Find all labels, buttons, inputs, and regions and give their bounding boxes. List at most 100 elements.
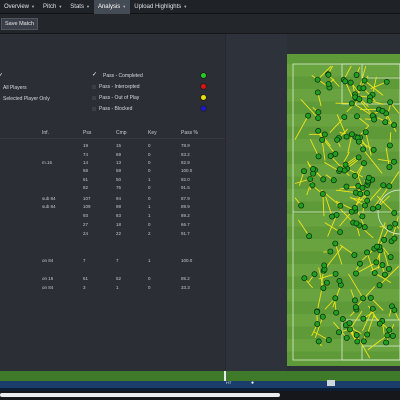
pass-marker bbox=[343, 183, 350, 190]
cell-inf: on 16 bbox=[42, 276, 54, 281]
menu-analysis[interactable]: Analysis ▼ bbox=[93, 0, 131, 14]
cell-inf: m.16 bbox=[42, 160, 53, 165]
pass-marker bbox=[361, 224, 368, 231]
pass-marker bbox=[349, 131, 355, 138]
checkbox[interactable] bbox=[92, 106, 96, 111]
filter-selected-player-only[interactable]: Selected Player Only bbox=[3, 96, 50, 102]
legend-pass-intercepted-row[interactable]: Pass - Intercepted bbox=[92, 84, 140, 90]
menu-upload-highlights[interactable]: Upload Highlights ▼ bbox=[130, 0, 191, 14]
pitch-stripe bbox=[287, 339, 400, 352]
substitution-icon bbox=[327, 380, 335, 386]
cell-pct: 89.2 bbox=[181, 213, 190, 218]
pass-marker bbox=[386, 327, 393, 333]
cell-key: 0 bbox=[148, 143, 151, 148]
pass-marker bbox=[384, 332, 391, 339]
pass-marker bbox=[379, 262, 386, 269]
cell-pct: 100.0 bbox=[181, 258, 193, 263]
filter-all-players[interactable]: All Players bbox=[3, 85, 27, 91]
cell-key: 1 bbox=[148, 258, 151, 263]
cell-pct: 66.7 bbox=[181, 222, 190, 227]
col-header-key[interactable]: Key bbox=[148, 130, 157, 136]
pass-marker bbox=[320, 176, 327, 183]
pass-marker bbox=[379, 107, 386, 114]
save-match-button[interactable]: Save Match bbox=[1, 17, 39, 30]
cell-pct: 82.0 bbox=[181, 177, 190, 182]
cell-inf: on 84 bbox=[42, 285, 54, 290]
cell-cmp: 69 bbox=[116, 152, 122, 157]
pass-marker bbox=[380, 182, 387, 189]
completed-color-dot bbox=[200, 72, 207, 79]
pass-marker bbox=[383, 339, 390, 346]
cell-cmp: 13 bbox=[116, 160, 122, 165]
pass-marker bbox=[305, 112, 312, 119]
cell-cmp: 7 bbox=[116, 258, 119, 263]
pass-marker bbox=[334, 136, 341, 143]
scrollbar-thumb[interactable] bbox=[0, 393, 280, 397]
pass-marker bbox=[392, 220, 399, 227]
pass-marker bbox=[371, 270, 378, 277]
checkbox[interactable] bbox=[92, 84, 96, 89]
pass-marker bbox=[330, 177, 337, 184]
top-menu-bar: Overview ▼ Pitch ▼ Stats ▼ Analysis ▼ Upload… bbox=[0, 0, 400, 14]
pass-marker bbox=[336, 329, 343, 336]
pass-marker bbox=[333, 211, 340, 218]
match-timeline[interactable] bbox=[0, 381, 400, 388]
cell-cmp: 1 bbox=[116, 285, 119, 290]
cell-cmp: 94 bbox=[116, 196, 122, 201]
cell-cmp: 52 bbox=[116, 276, 122, 281]
pass-marker bbox=[321, 131, 328, 138]
pass-marker bbox=[306, 233, 313, 240]
col-header-inf[interactable]: Inf. bbox=[42, 130, 49, 136]
pass-marker bbox=[389, 332, 396, 339]
pass-marker bbox=[355, 154, 362, 161]
pass-marker bbox=[353, 270, 359, 277]
col-header-pass-pct[interactable]: Pass % bbox=[181, 130, 198, 136]
pass-marker bbox=[366, 97, 373, 104]
pass-marker bbox=[354, 113, 360, 120]
pass-marker bbox=[367, 295, 374, 301]
legend-completed-checkmark-icon[interactable]: ✓ bbox=[92, 71, 97, 78]
cell-key: 1 bbox=[148, 177, 151, 182]
cell-key: 0 bbox=[148, 196, 151, 201]
legend-pass-completed: Pass - Completed bbox=[103, 73, 143, 79]
col-header-pss[interactable]: Pss bbox=[83, 130, 91, 136]
cell-pss: 109 bbox=[83, 204, 91, 209]
cell-key: 1 bbox=[148, 204, 151, 209]
checkbox[interactable] bbox=[92, 95, 96, 100]
legend-pass-out-of-play: Pass - Out of Play bbox=[99, 95, 140, 101]
pass-marker bbox=[343, 334, 350, 341]
cell-pss: 107 bbox=[83, 196, 91, 201]
menu-pitch[interactable]: Pitch ▼ bbox=[39, 0, 66, 14]
pass-marker bbox=[342, 78, 349, 85]
pass-marker bbox=[307, 176, 314, 182]
pass-marker bbox=[364, 197, 371, 204]
pass-marker bbox=[325, 337, 332, 344]
out-of-play-color-dot bbox=[200, 94, 207, 101]
chevron-down-icon: ▼ bbox=[85, 4, 90, 9]
cell-key: 0 bbox=[148, 152, 151, 157]
pass-marker bbox=[353, 332, 360, 339]
legend-pass-out-of-play-row[interactable]: Pass - Out of Play bbox=[92, 95, 139, 101]
menu-pitch-label: Pitch bbox=[42, 3, 57, 10]
col-header-cmp[interactable]: Cmp bbox=[116, 130, 127, 136]
cell-key: 1 bbox=[148, 213, 151, 218]
pass-marker bbox=[348, 208, 355, 215]
pass-marker bbox=[353, 220, 360, 227]
pass-marker bbox=[341, 114, 348, 120]
pass-marker bbox=[348, 100, 355, 107]
legend-pass-blocked: Pass - Blocked bbox=[99, 106, 133, 112]
cell-key: 0 bbox=[148, 185, 151, 190]
menu-stats[interactable]: Stats ▼ bbox=[66, 0, 94, 14]
pass-marker bbox=[310, 166, 316, 172]
menu-overview[interactable]: Overview ▼ bbox=[0, 0, 39, 14]
pass-marker bbox=[319, 313, 326, 320]
chevron-down-icon: ▼ bbox=[58, 4, 63, 9]
pass-marker bbox=[352, 304, 359, 311]
pitch-stripe bbox=[287, 64, 400, 77]
pass-marker bbox=[359, 213, 366, 220]
cell-pct: 33.3 bbox=[181, 285, 190, 290]
pass-marker bbox=[391, 122, 397, 129]
pass-marker bbox=[371, 116, 378, 123]
chevron-down-icon: ▼ bbox=[122, 4, 127, 9]
legend-pass-blocked-row[interactable]: Pass - Blocked bbox=[92, 106, 132, 112]
